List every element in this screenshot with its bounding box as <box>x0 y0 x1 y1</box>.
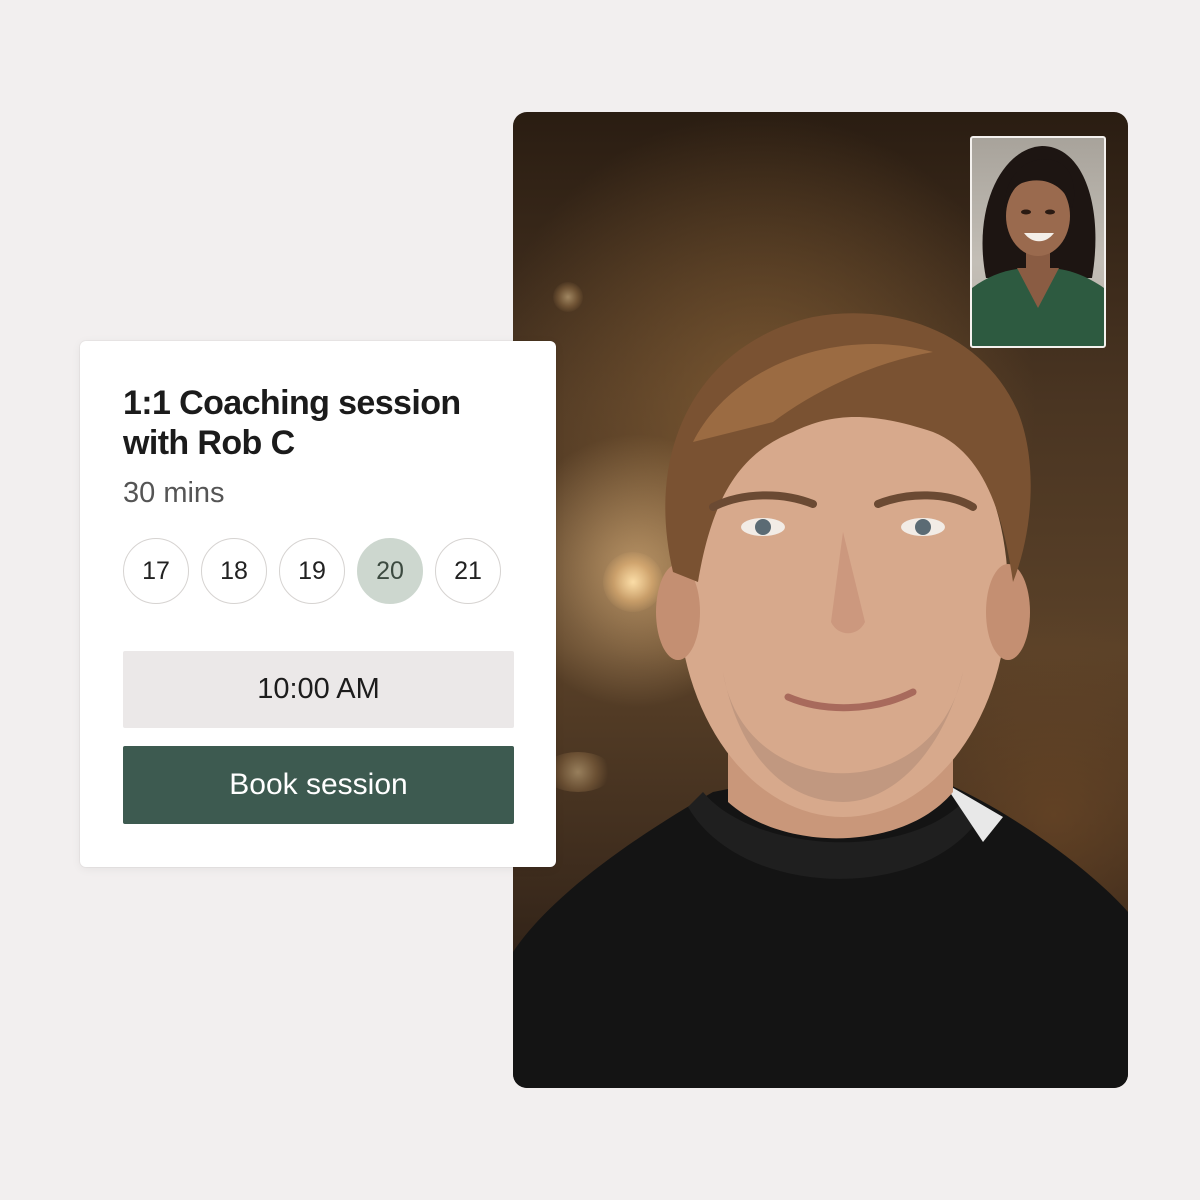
session-title: 1:1 Coaching session with Rob C <box>123 384 461 462</box>
session-duration: 30 mins <box>123 477 225 509</box>
date-option-20-selected[interactable]: 20 <box>357 538 423 604</box>
page: 1:1 Coaching session with Rob C 30 mins … <box>0 0 1200 1200</box>
date-option-21[interactable]: 21 <box>435 538 501 604</box>
time-slot-select[interactable]: 10:00 AM <box>123 651 514 728</box>
video-call-panel <box>513 112 1128 1088</box>
date-option-19[interactable]: 19 <box>279 538 345 604</box>
self-view-video[interactable] <box>970 136 1106 348</box>
booking-card: 1:1 Coaching session with Rob C 30 mins … <box>80 341 556 867</box>
book-session-button[interactable]: Book session <box>123 746 514 824</box>
date-option-18[interactable]: 18 <box>201 538 267 604</box>
self-view-person <box>972 146 1104 346</box>
date-picker: 17 18 19 20 21 <box>123 538 501 604</box>
date-option-17[interactable]: 17 <box>123 538 189 604</box>
